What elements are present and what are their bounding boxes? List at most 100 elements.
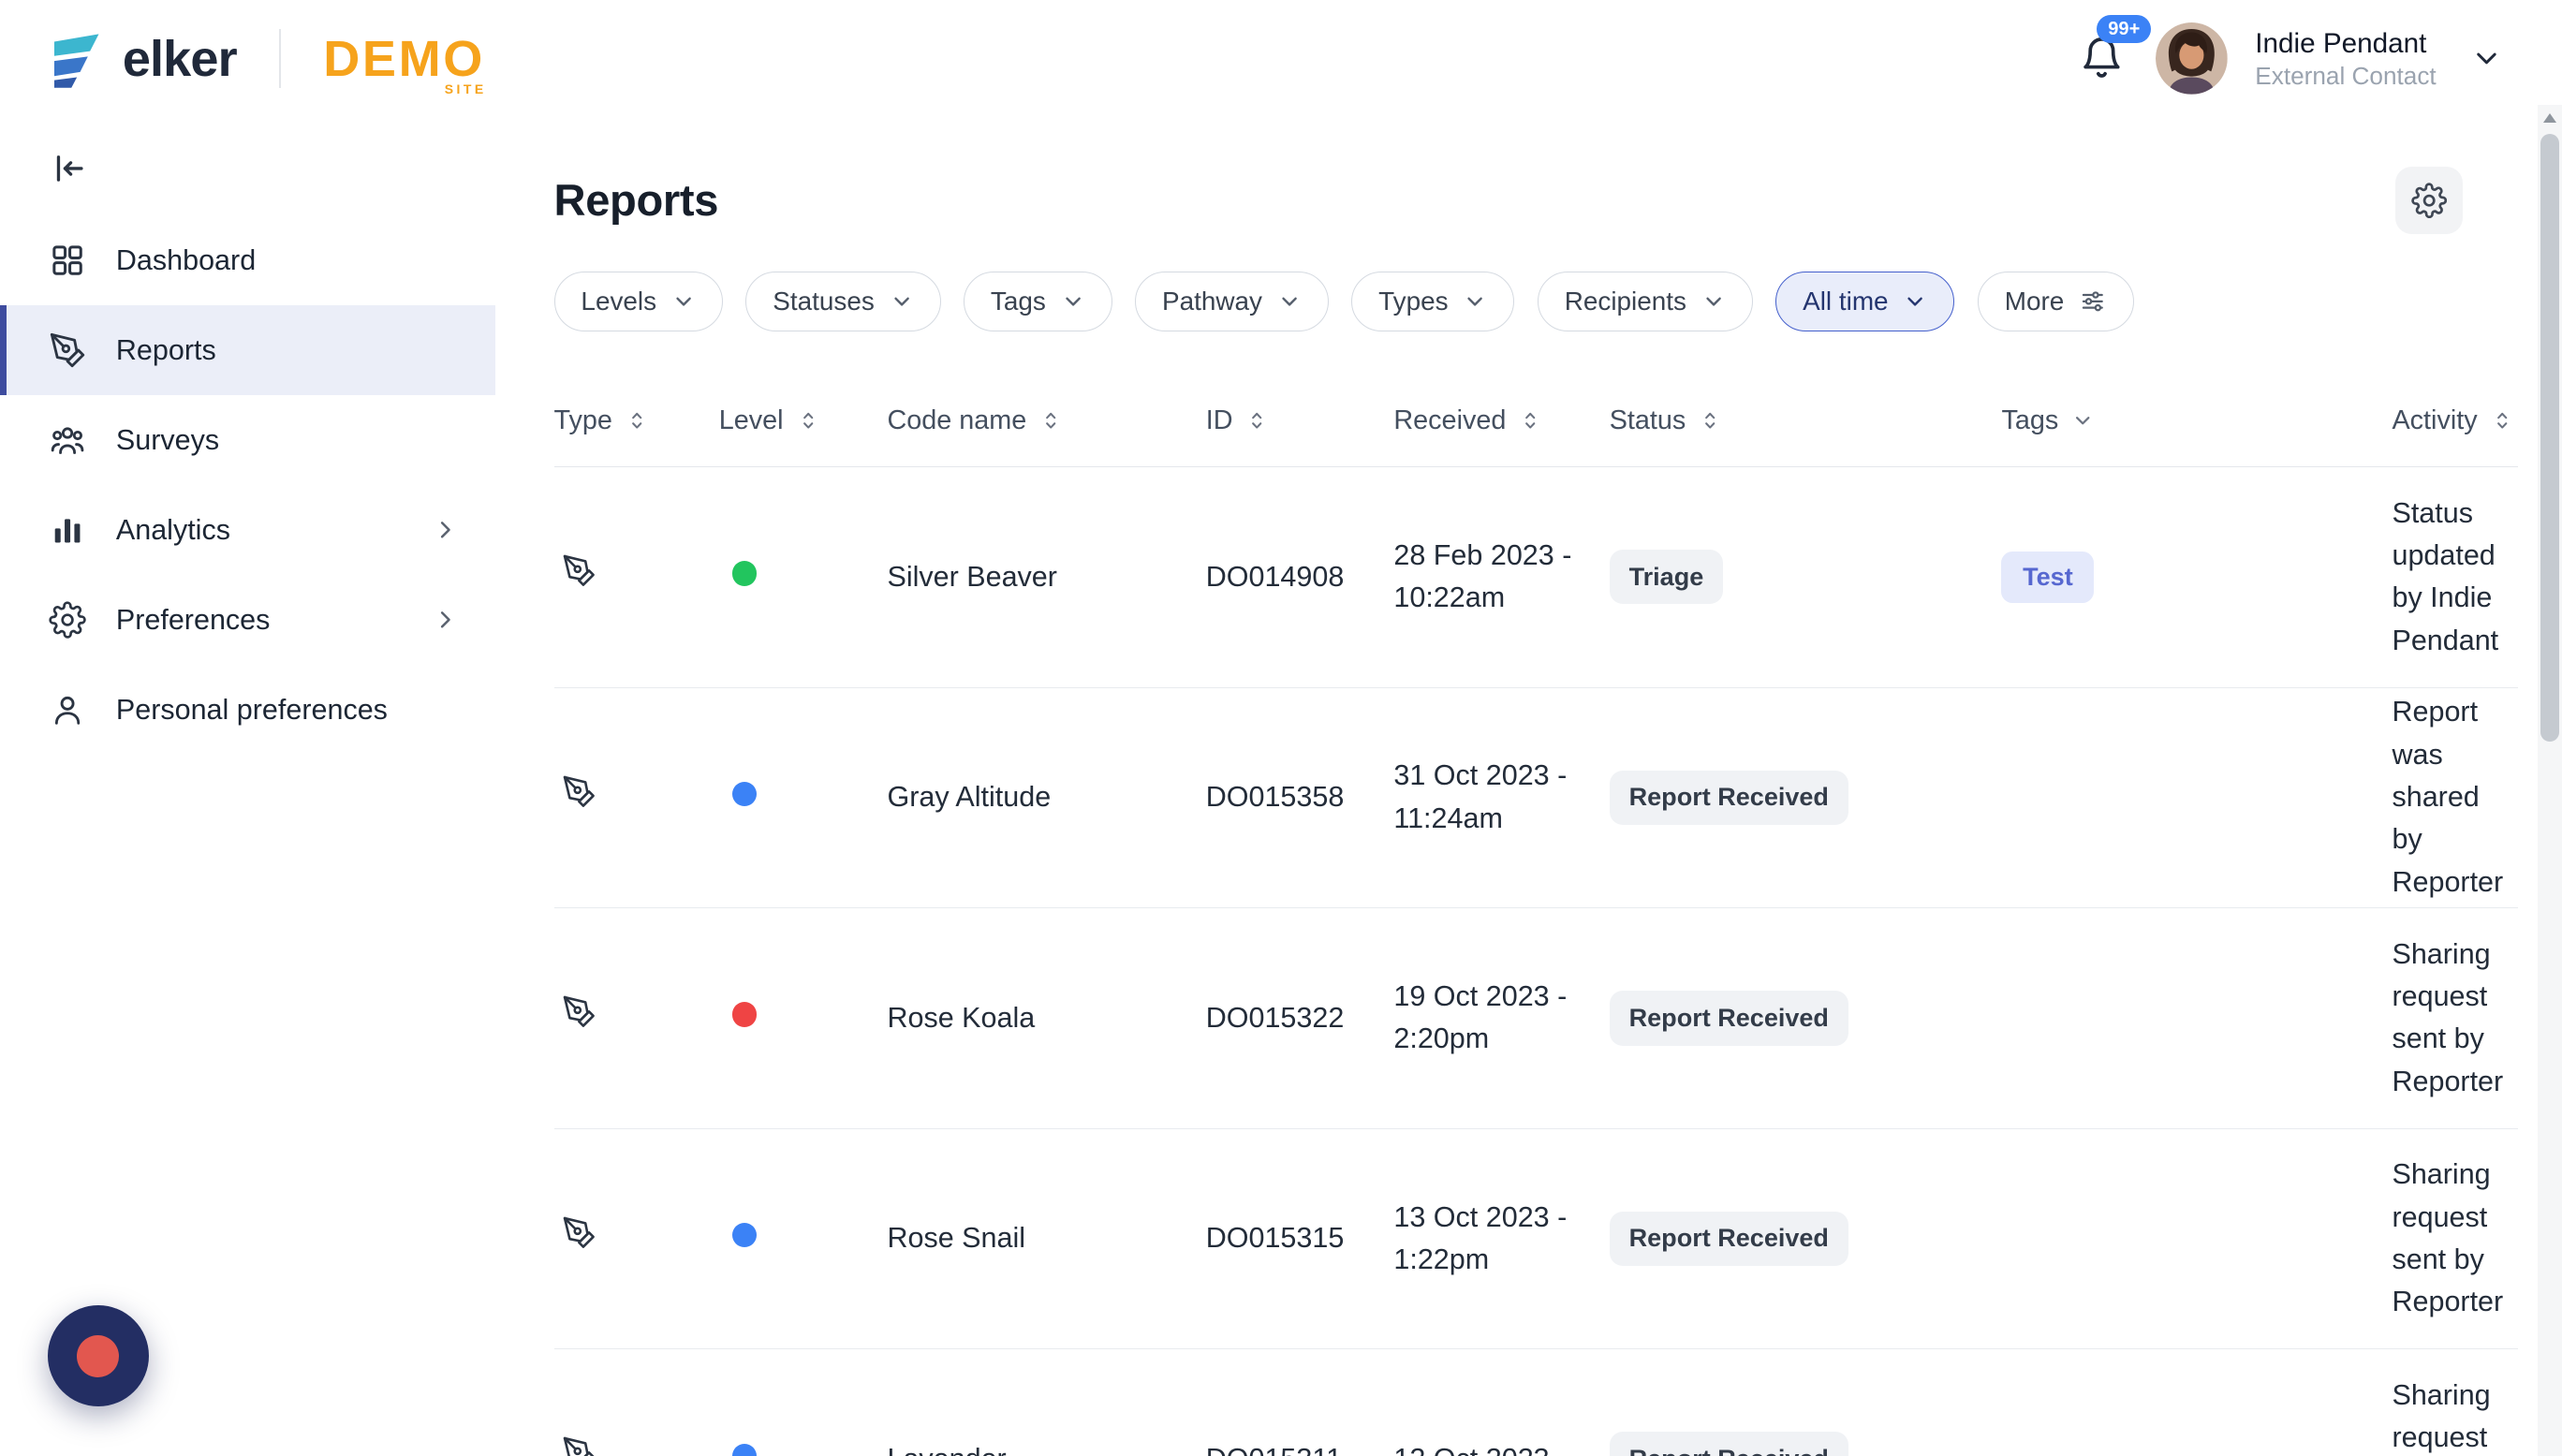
column-header-level[interactable]: Level: [719, 405, 888, 436]
chevron-down-icon: [1277, 289, 1302, 314]
status-badge: Report Received: [1610, 1212, 1848, 1266]
scrollbar-thumb[interactable]: [2540, 134, 2558, 742]
sliders-icon: [2079, 287, 2107, 316]
filter-more[interactable]: More: [1978, 272, 2134, 332]
chevron-down-icon: [2071, 409, 2094, 432]
report-code-name[interactable]: Rose Koala: [887, 997, 1205, 1039]
filter-label: Types: [1378, 287, 1448, 316]
chevron-down-icon: [1701, 289, 1726, 314]
filter-statuses[interactable]: Statuses: [745, 272, 940, 332]
sidebar-item-dashboard[interactable]: Dashboard: [0, 215, 495, 305]
pen-icon: [562, 994, 596, 1029]
report-code-name[interactable]: Lavender: [887, 1438, 1205, 1456]
topbar-right: 99+ Indie Pendant External Contact: [2079, 22, 2503, 95]
column-label: Code name: [887, 405, 1026, 436]
collapse-sidebar-icon: [49, 149, 88, 188]
report-id: DO015322: [1206, 997, 1394, 1039]
avatar[interactable]: [2156, 22, 2228, 95]
chevron-down-icon: [671, 289, 696, 314]
report-type-icon: [562, 1435, 596, 1455]
report-settings-button[interactable]: [2395, 167, 2463, 234]
column-label: Type: [554, 405, 612, 436]
column-header-tags[interactable]: Tags: [2001, 405, 2392, 436]
report-code-name[interactable]: Rose Snail: [887, 1217, 1205, 1259]
sort-icon: [2491, 409, 2513, 432]
sort-icon: [1699, 409, 1721, 432]
report-status-cell: Triage: [1610, 550, 2002, 604]
pen-icon: [562, 1215, 596, 1250]
user-menu-chevron-icon[interactable]: [2470, 42, 2503, 75]
level-dot: [732, 1223, 757, 1247]
report-activity: Sharing request sent by Reporter: [2392, 934, 2517, 1104]
grid-icon: [49, 242, 86, 279]
notifications-button[interactable]: 99+: [2079, 35, 2128, 83]
sidebar-item-label: Dashboard: [116, 244, 256, 277]
report-row-DO015311[interactable]: LavenderDO01531112 Oct 2023Report Receiv…: [554, 1349, 2518, 1456]
report-type-icon: [562, 1215, 596, 1250]
report-row-DO014908[interactable]: Silver BeaverDO01490828 Feb 2023 - 10:22…: [554, 467, 2518, 688]
filter-all-time[interactable]: All time: [1775, 272, 1954, 332]
scrollbar-up-arrow[interactable]: [2538, 105, 2562, 131]
report-received: 12 Oct 2023: [1393, 1438, 1586, 1456]
sidebar-collapse-button[interactable]: [49, 147, 91, 189]
top-bar: elker DEMO SITE 99+: [0, 0, 2562, 118]
report-level-cell: [719, 1438, 888, 1456]
filter-label: Tags: [991, 287, 1046, 316]
vertical-scrollbar[interactable]: [2538, 105, 2562, 1456]
status-badge: Report Received: [1610, 991, 1848, 1045]
filter-levels[interactable]: Levels: [554, 272, 723, 332]
sort-icon: [1519, 409, 1541, 432]
sidebar-item-surveys[interactable]: Surveys: [0, 395, 495, 485]
sidebar-item-label: Analytics: [116, 514, 230, 547]
filter-recipients[interactable]: Recipients: [1538, 272, 1753, 332]
user-role: External Contact: [2255, 61, 2436, 92]
report-row-DO015358[interactable]: Gray AltitudeDO01535831 Oct 2023 - 11:24…: [554, 688, 2518, 909]
brand-name: elker: [123, 30, 237, 88]
report-activity: Sharing request sent by Reporter: [2392, 1154, 2517, 1324]
report-activity: Report was shared by Reporter: [2392, 691, 2517, 904]
report-level-cell: [719, 556, 888, 598]
report-id: DO014908: [1206, 556, 1394, 598]
column-label: Tags: [2001, 405, 2058, 436]
filter-types[interactable]: Types: [1351, 272, 1514, 332]
user-menu[interactable]: Indie Pendant External Contact: [2255, 26, 2436, 92]
sort-icon: [1245, 409, 1268, 432]
report-status-cell: Report Received: [1610, 991, 2002, 1045]
column-header-status[interactable]: Status: [1610, 405, 2002, 436]
chat-launcher-button[interactable]: [48, 1305, 149, 1406]
sidebar-item-reports[interactable]: Reports: [0, 305, 495, 395]
gear-icon: [2411, 183, 2447, 218]
report-activity: Sharing request sent by Reporter: [2392, 1375, 2517, 1456]
column-header-received[interactable]: Received: [1393, 405, 1609, 436]
elker-logo[interactable]: elker: [46, 29, 237, 90]
sidebar-item-preferences[interactable]: Preferences: [0, 575, 495, 665]
tag-badge[interactable]: Test: [2001, 552, 2094, 603]
report-row-DO015315[interactable]: Rose SnailDO01531513 Oct 2023 - 1:22pmRe…: [554, 1129, 2518, 1350]
column-label: Activity: [2392, 405, 2477, 436]
report-level-cell: [719, 1217, 888, 1259]
sidebar-item-analytics[interactable]: Analytics: [0, 485, 495, 575]
demo-badge: DEMO SITE: [323, 30, 485, 88]
report-row-DO015322[interactable]: Rose KoalaDO01532219 Oct 2023 - 2:20pmRe…: [554, 908, 2518, 1129]
filter-pathway[interactable]: Pathway: [1135, 272, 1329, 332]
column-label: Level: [719, 405, 784, 436]
report-code-name[interactable]: Silver Beaver: [887, 556, 1205, 598]
report-type-icon: [562, 774, 596, 809]
pen-icon: [562, 1435, 596, 1455]
sort-icon: [626, 409, 648, 432]
chevron-down-icon: [1061, 289, 1085, 314]
column-header-id[interactable]: ID: [1206, 405, 1394, 436]
filter-label: All time: [1803, 287, 1889, 316]
column-header-activity[interactable]: Activity: [2392, 405, 2517, 436]
level-dot: [732, 782, 757, 806]
reports-table: Type Level Code name IDReceivedStatusTags Ac…: [554, 375, 2518, 1455]
notification-badge: 99+: [2097, 15, 2151, 44]
column-header-code-name[interactable]: Code name: [887, 405, 1205, 436]
report-code-name[interactable]: Gray Altitude: [887, 776, 1205, 818]
sidebar-item-personal-preferences[interactable]: Personal preferences: [0, 665, 495, 755]
report-id: DO015315: [1206, 1217, 1394, 1259]
filter-tags[interactable]: Tags: [964, 272, 1112, 332]
report-type-cell: [554, 1435, 719, 1455]
report-type-icon: [562, 553, 596, 588]
column-header-type[interactable]: Type: [554, 405, 719, 436]
